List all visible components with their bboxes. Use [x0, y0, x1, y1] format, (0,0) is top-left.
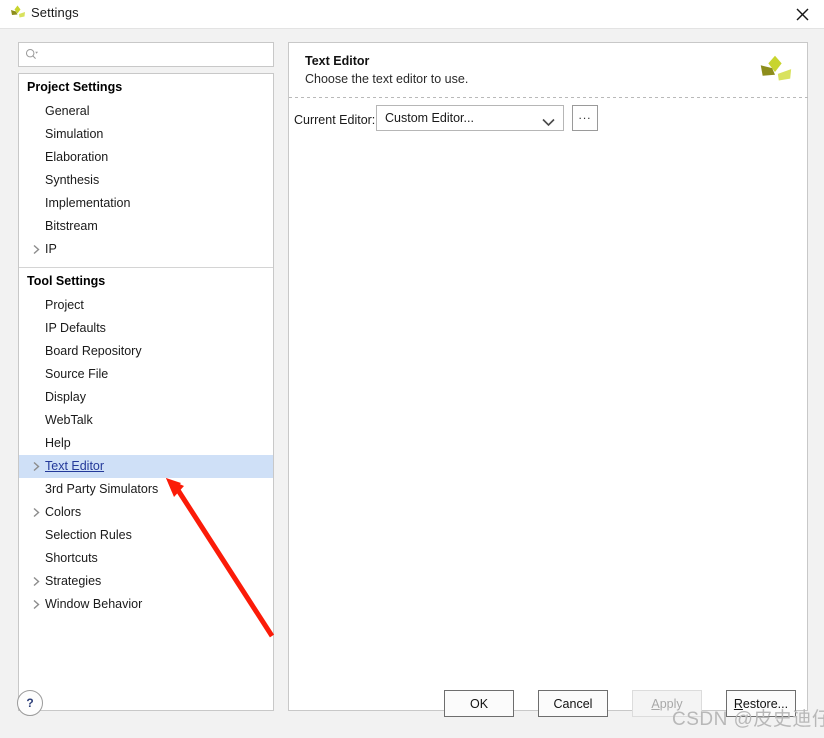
title-bar: Settings: [0, 0, 824, 29]
sidebar-item-label: Board Repository: [45, 344, 142, 358]
search-box[interactable]: [18, 42, 274, 67]
settings-navigation-list[interactable]: Project Settings General Simulation Elabora…: [18, 73, 274, 711]
settings-detail-panel: Text Editor Choose the text editor to us…: [288, 42, 809, 711]
sidebar-item-shortcuts[interactable]: Shortcuts: [19, 547, 273, 570]
current-editor-label-text: Current Editor:: [294, 113, 376, 127]
ok-button-label: OK: [469, 696, 489, 711]
sidebar-item-label: Display: [45, 390, 86, 404]
sidebar-item-label: Source File: [45, 367, 109, 381]
help-button[interactable]: ?: [17, 690, 43, 716]
sidebar-item-label: WebTalk: [45, 413, 93, 427]
ok-button[interactable]: OK: [444, 690, 514, 717]
sidebar-item-synthesis[interactable]: Synthesis: [19, 169, 273, 192]
search-input[interactable]: [45, 43, 271, 66]
chevron-right-icon[interactable]: [31, 593, 41, 616]
sidebar-item-ip[interactable]: IP: [19, 238, 273, 261]
search-icon: [25, 48, 38, 66]
sidebar-item-simulation[interactable]: Simulation: [19, 123, 273, 146]
sidebar-item-label: IP Defaults: [45, 321, 106, 335]
sidebar-item-label: General: [45, 104, 90, 118]
cancel-button[interactable]: Cancel: [538, 690, 608, 717]
page-subtitle: Choose the text editor to use.: [305, 72, 469, 86]
nav-group-title: Tool Settings: [27, 274, 106, 288]
sidebar-item-label: Bitstream: [45, 219, 98, 233]
panel-header: Text Editor Choose the text editor to us…: [289, 43, 809, 98]
sidebar-item-label: Window Behavior: [45, 597, 143, 611]
chevron-right-icon[interactable]: [31, 570, 41, 593]
sidebar-item-general[interactable]: General: [19, 100, 273, 123]
sidebar-item-implementation[interactable]: Implementation: [19, 192, 273, 215]
current-editor-label: Current Editor:: [294, 113, 375, 127]
sidebar-item-help[interactable]: Help: [19, 432, 273, 455]
window-title: Settings: [31, 5, 79, 20]
sidebar-item-label: Simulation: [45, 127, 104, 141]
sidebar-item-board-repository[interactable]: Board Repository: [19, 340, 273, 363]
sidebar-item-strategies[interactable]: Strategies: [19, 570, 273, 593]
sidebar-item-source-file[interactable]: Source File: [19, 363, 273, 386]
close-icon[interactable]: [780, 0, 824, 29]
nav-group-title: Project Settings: [27, 80, 123, 94]
sidebar-item-label: Project: [45, 298, 84, 312]
sidebar-item-elaboration[interactable]: Elaboration: [19, 146, 273, 169]
chevron-down-icon: [542, 114, 555, 132]
sidebar-item-selection-rules[interactable]: Selection Rules: [19, 524, 273, 547]
sidebar-item-display[interactable]: Display: [19, 386, 273, 409]
sidebar-item-colors[interactable]: Colors: [19, 501, 273, 524]
dialog-body: Project Settings General Simulation Elabora…: [0, 29, 824, 738]
chevron-right-icon[interactable]: [31, 238, 41, 261]
chevron-right-icon[interactable]: [31, 501, 41, 524]
browse-editor-button[interactable]: ...: [572, 105, 598, 131]
sidebar-item-label: IP: [45, 242, 57, 256]
sidebar-item-label: Colors: [45, 505, 82, 519]
question-mark-icon: ?: [26, 696, 34, 710]
sidebar-item-label: Elaboration: [45, 150, 109, 164]
sidebar-item-label: Synthesis: [45, 173, 100, 187]
sidebar-item-label: 3rd Party Simulators: [45, 482, 159, 496]
sidebar-item-label: Help: [45, 436, 71, 450]
cancel-button-label: Cancel: [553, 696, 593, 711]
chevron-right-icon[interactable]: [31, 455, 41, 478]
sidebar-item-label: Selection Rules: [45, 528, 132, 542]
sidebar-item-project[interactable]: Project: [19, 294, 273, 317]
search-container: [18, 42, 274, 67]
sidebar-item-text-editor[interactable]: Text Editor: [19, 455, 273, 478]
vivado-logo-icon: [8, 4, 28, 24]
sidebar-item-window-behavior[interactable]: Window Behavior: [19, 593, 273, 616]
sidebar-item-label: Implementation: [45, 196, 131, 210]
sidebar-item-label: Strategies: [45, 574, 102, 588]
vivado-logo-icon: [755, 52, 795, 90]
current-editor-dropdown[interactable]: Custom Editor...: [376, 105, 564, 131]
page-title: Text Editor: [305, 54, 370, 68]
sidebar-item-3rd-party-simulators[interactable]: 3rd Party Simulators: [19, 478, 273, 501]
sidebar-item-bitstream[interactable]: Bitstream: [19, 215, 273, 238]
current-editor-value: Custom Editor...: [385, 111, 474, 125]
watermark: CSDN @皮史迪仔: [672, 709, 824, 730]
current-editor-row: Current Editor: Custom Editor... ...: [289, 105, 809, 135]
browse-editor-button-label: ...: [578, 108, 592, 122]
sidebar-item-ip-defaults[interactable]: IP Defaults: [19, 317, 273, 340]
sidebar-item-label: Text Editor: [45, 459, 105, 473]
sidebar-item-webtalk[interactable]: WebTalk: [19, 409, 273, 432]
sidebar-item-label: Shortcuts: [45, 551, 98, 565]
header-divider: [289, 97, 809, 98]
